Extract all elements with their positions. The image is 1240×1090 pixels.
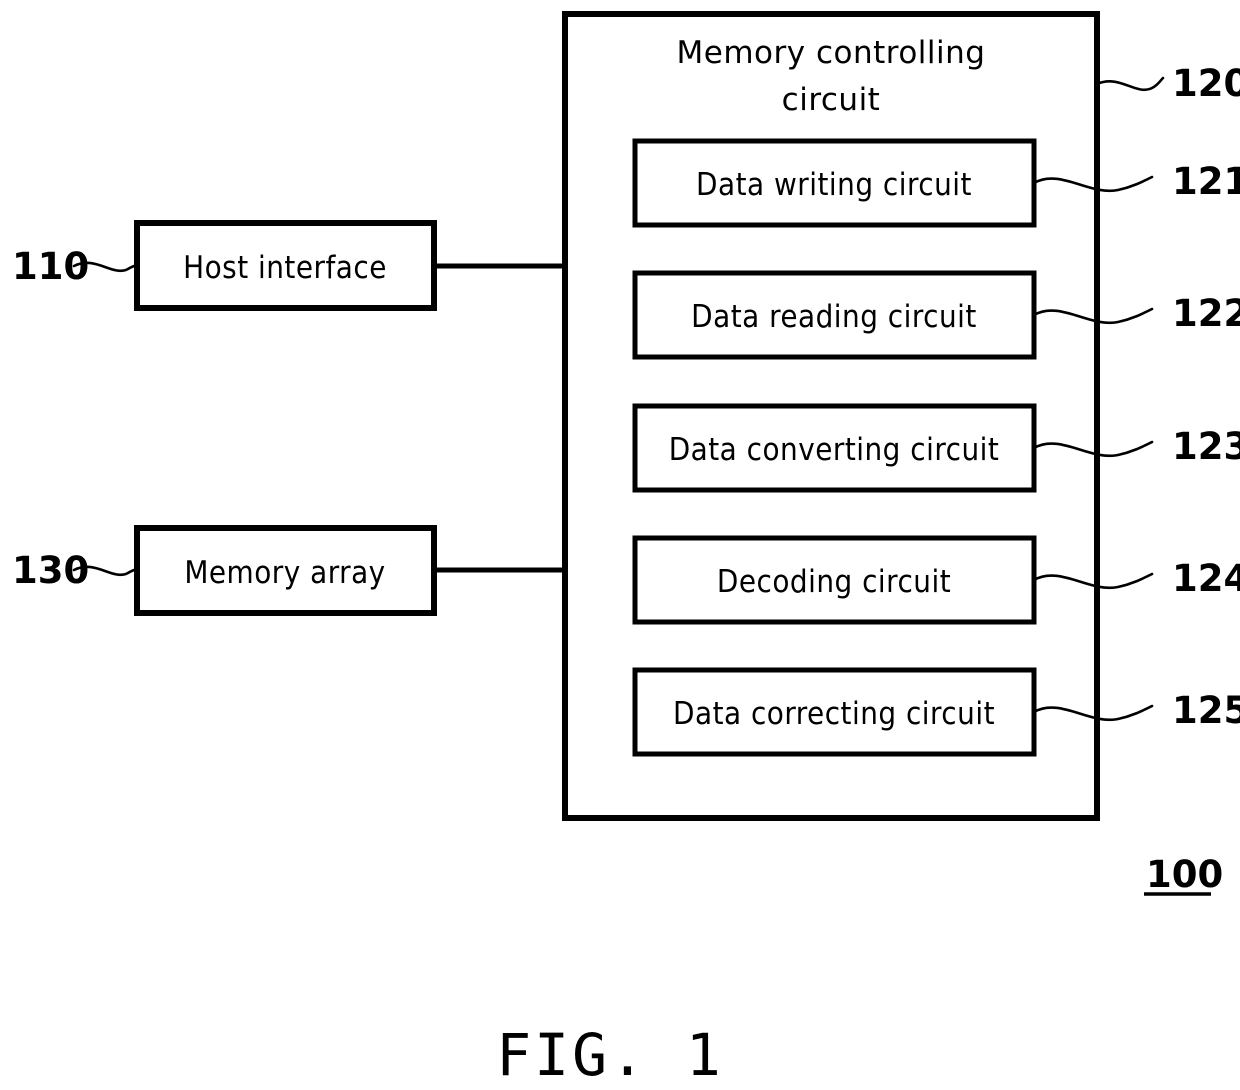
figure-caption: FIG. 1 bbox=[496, 1021, 724, 1086]
ref-number-110: 110 bbox=[12, 245, 89, 288]
leader-line-123 bbox=[1032, 440, 1154, 458]
memory-array-label: Memory array bbox=[184, 555, 385, 591]
ref-number-125: 125 bbox=[1172, 689, 1240, 732]
memory-controlling-circuit-title-line1: Memory controlling bbox=[677, 35, 986, 71]
ref-number-124: 124 bbox=[1172, 557, 1240, 600]
data-writing-circuit-label: Data writing circuit bbox=[696, 167, 972, 203]
leader-line-121 bbox=[1032, 175, 1154, 193]
figure-canvas: Memory controlling circuit 120 Data writ… bbox=[12, 11, 1240, 1089]
ref-number-130: 130 bbox=[12, 549, 89, 592]
leader-line-125 bbox=[1032, 704, 1154, 722]
host-interface-label: Host interface bbox=[183, 250, 387, 286]
patent-figure: Memory controlling circuit 120 Data writ… bbox=[0, 0, 1240, 1089]
decoding-circuit-label: Decoding circuit bbox=[717, 564, 951, 600]
ref-number-120: 120 bbox=[1172, 62, 1240, 105]
data-reading-circuit-label: Data reading circuit bbox=[691, 299, 977, 335]
ref-number-122: 122 bbox=[1172, 292, 1240, 335]
leader-line-124 bbox=[1032, 572, 1154, 590]
data-converting-circuit-label: Data converting circuit bbox=[669, 432, 1000, 468]
leader-line-120 bbox=[1095, 76, 1165, 91]
data-correcting-circuit-label: Data correcting circuit bbox=[673, 696, 995, 732]
memory-controlling-circuit-title-line2: circuit bbox=[782, 82, 881, 118]
ref-number-121: 121 bbox=[1172, 160, 1240, 203]
ref-number-123: 123 bbox=[1172, 425, 1240, 468]
ref-number-100: 100 bbox=[1146, 853, 1223, 896]
leader-line-122 bbox=[1032, 307, 1154, 325]
